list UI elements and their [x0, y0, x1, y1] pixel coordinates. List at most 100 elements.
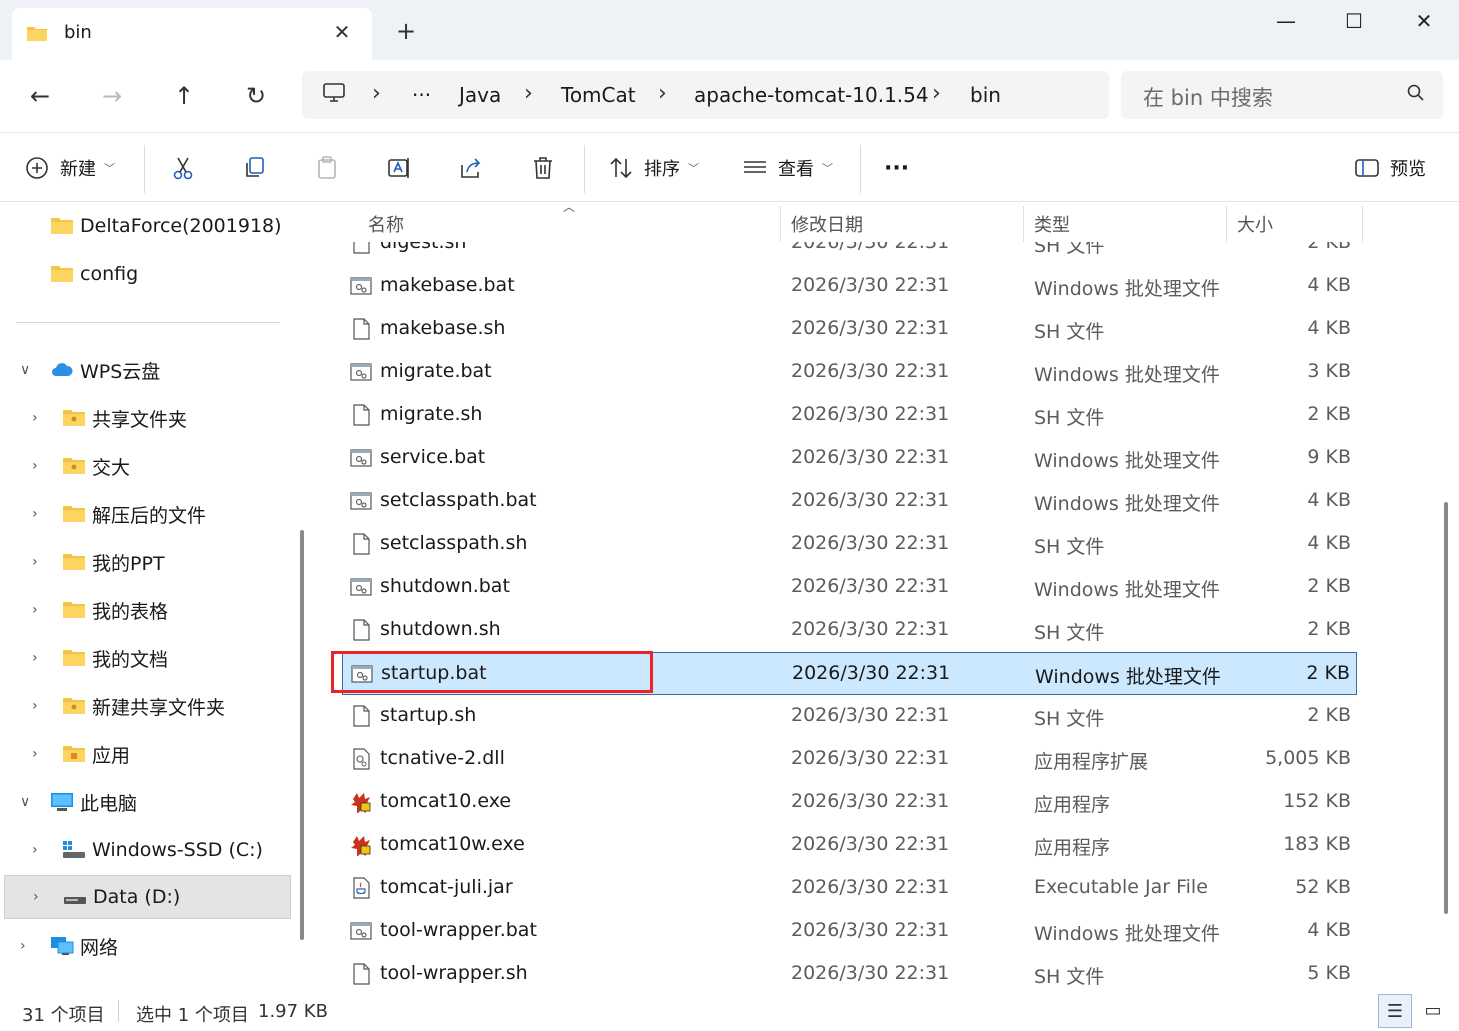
chevron-right-icon[interactable]: ›: [932, 81, 941, 106]
jar-file-icon: [350, 877, 372, 899]
file-name: tcnative-2.dll: [380, 747, 505, 769]
chevron-right-icon[interactable]: ›: [32, 410, 38, 426]
sidebar-item-new-shared-folder[interactable]: › 新建共享文件夹: [0, 684, 292, 728]
close-window-icon[interactable]: ✕: [1404, 6, 1444, 36]
app-folder-icon: [63, 746, 85, 762]
file-row[interactable]: shutdown.bat 2026/3/30 22:31 Windows 批处理文件…: [342, 566, 1357, 609]
file-row[interactable]: setclasspath.sh 2026/3/30 22:31 SH 文件 4 KB: [342, 523, 1357, 566]
file-row[interactable]: service.bat 2026/3/30 22:31 Windows 批处理文件 9…: [342, 437, 1357, 480]
sidebar-item-apps[interactable]: › 应用: [0, 732, 292, 776]
preview-button[interactable]: 预览: [1354, 149, 1426, 187]
file-name: shutdown.bat: [380, 575, 510, 597]
back-arrow-icon[interactable]: ←: [20, 78, 60, 114]
tab-bin[interactable]: bin ✕: [12, 8, 372, 60]
file-row[interactable]: tool-wrapper.sh 2026/3/30 22:31 SH 文件 5 KB: [342, 953, 1357, 990]
column-separator[interactable]: [1362, 206, 1363, 242]
column-size[interactable]: 大小: [1237, 211, 1273, 237]
file-row[interactable]: tomcat-juli.jar 2026/3/30 22:31 Executable…: [342, 867, 1357, 910]
sidebar-item-deltaforce[interactable]: DeltaForce(2001918): [0, 204, 292, 248]
column-name[interactable]: 名称: [368, 211, 404, 237]
chevron-right-icon[interactable]: ›: [33, 889, 39, 905]
chevron-right-icon[interactable]: ›: [32, 842, 38, 858]
address-bar[interactable]: › ··· Java › TomCat › apache-tomcat-10.1…: [302, 71, 1109, 119]
search-placeholder[interactable]: 在 bin 中搜索: [1143, 82, 1273, 112]
chevron-right-icon[interactable]: ›: [32, 554, 38, 570]
column-separator[interactable]: [1226, 206, 1227, 242]
breadcrumb-tomcat[interactable]: TomCat: [561, 83, 636, 107]
file-row[interactable]: makebase.sh 2026/3/30 22:31 SH 文件 4 KB: [342, 308, 1357, 351]
file-row[interactable]: migrate.bat 2026/3/30 22:31 Windows 批处理文件 3…: [342, 351, 1357, 394]
file-size: 4 KB: [1307, 317, 1351, 339]
sidebar-item-network[interactable]: › 网络: [0, 924, 292, 968]
chevron-right-icon[interactable]: ›: [32, 458, 38, 474]
column-type[interactable]: 类型: [1034, 211, 1070, 237]
breadcrumb-apache-tomcat[interactable]: apache-tomcat-10.1.54: [694, 83, 929, 107]
sidebar-item-config[interactable]: config: [0, 252, 292, 296]
sidebar-item-my-docs[interactable]: › 我的文档: [0, 636, 292, 680]
file-row[interactable]: makebase.bat 2026/3/30 22:31 Windows 批处理文件…: [342, 265, 1357, 308]
sidebar-item-my-sheets[interactable]: › 我的表格: [0, 588, 292, 632]
file-row[interactable]: migrate.sh 2026/3/30 22:31 SH 文件 2 KB: [342, 394, 1357, 437]
file-list-scrollbar[interactable]: [1444, 502, 1448, 914]
minimize-icon[interactable]: —: [1266, 6, 1306, 36]
sidebar-item-extracted-files[interactable]: › 解压后的文件: [0, 492, 292, 536]
search-box[interactable]: 在 bin 中搜索: [1121, 71, 1443, 119]
sidebar-item-jiaoda[interactable]: › 交大: [0, 444, 292, 488]
breadcrumb-more[interactable]: ···: [412, 83, 431, 107]
column-date[interactable]: 修改日期: [791, 211, 863, 237]
chevron-right-icon[interactable]: ›: [658, 81, 667, 106]
column-separator[interactable]: [780, 206, 781, 242]
chevron-right-icon[interactable]: ›: [32, 650, 38, 666]
chevron-down-icon[interactable]: ∨: [20, 362, 30, 378]
new-button[interactable]: 新建 ﹀: [24, 149, 115, 187]
up-arrow-icon[interactable]: ↑: [164, 78, 204, 114]
chevron-right-icon[interactable]: ›: [20, 938, 26, 954]
folder-icon: [63, 650, 85, 666]
copy-button[interactable]: [242, 149, 268, 187]
chevron-right-icon[interactable]: ›: [372, 81, 381, 106]
file-type: SH 文件: [1034, 407, 1105, 429]
sidebar-item-d-drive[interactable]: › Data (D:): [4, 875, 291, 919]
sort-button[interactable]: 排序 ﹀: [608, 149, 699, 187]
chevron-right-icon[interactable]: ›: [32, 746, 38, 762]
breadcrumb-bin[interactable]: bin: [970, 83, 1001, 107]
tiles-view-icon[interactable]: ▭: [1416, 994, 1450, 1028]
file-size: 5,005 KB: [1265, 747, 1351, 769]
sidebar-item-shared-folder[interactable]: › 共享文件夹: [0, 396, 292, 440]
rename-button[interactable]: [386, 149, 412, 187]
chevron-right-icon[interactable]: ›: [32, 698, 38, 714]
close-tab-icon[interactable]: ✕: [330, 20, 354, 44]
refresh-icon[interactable]: ↻: [236, 78, 276, 114]
maximize-icon[interactable]: ☐: [1334, 6, 1374, 36]
new-tab-button[interactable]: +: [393, 18, 419, 44]
chevron-right-icon[interactable]: ›: [524, 81, 533, 106]
file-row[interactable]: tool-wrapper.bat 2026/3/30 22:31 Windows 批…: [342, 910, 1357, 953]
file-row[interactable]: shutdown.sh 2026/3/30 22:31 SH 文件 2 KB: [342, 609, 1357, 652]
sidebar-item-this-pc[interactable]: ∨ 此电脑: [0, 780, 292, 824]
sidebar-item-wps-cloud[interactable]: ∨ WPS云盘: [0, 348, 292, 392]
chevron-down-icon[interactable]: ∨: [20, 794, 30, 810]
sidebar-item-my-ppt[interactable]: › 我的PPT: [0, 540, 292, 584]
chevron-right-icon[interactable]: ›: [32, 506, 38, 522]
chevron-down-icon: ﹀: [688, 162, 699, 175]
file-row[interactable]: tomcat10w.exe 2026/3/30 22:31 应用程序 183 KB: [342, 824, 1357, 867]
details-view-icon[interactable]: ☰: [1378, 994, 1412, 1028]
file-row[interactable]: tcnative-2.dll 2026/3/30 22:31 应用程序扩展 5,005…: [342, 738, 1357, 781]
share-button[interactable]: [458, 149, 484, 187]
view-button[interactable]: 查看 ﹀: [742, 149, 833, 187]
file-row[interactable]: setclasspath.bat 2026/3/30 22:31 Windows 批…: [342, 480, 1357, 523]
cut-button[interactable]: [170, 149, 196, 187]
file-type: SH 文件: [1034, 321, 1105, 343]
forward-arrow-icon[interactable]: →: [92, 78, 132, 114]
file-row[interactable]: tomcat10.exe 2026/3/30 22:31 应用程序 152 KB: [342, 781, 1357, 824]
more-options-button[interactable]: ···: [884, 149, 909, 187]
sidebar-item-c-drive[interactable]: › Windows-SSD (C:): [0, 828, 292, 872]
paste-button[interactable]: [314, 149, 340, 187]
view-list-icon: [744, 161, 766, 173]
file-row[interactable]: startup.sh 2026/3/30 22:31 SH 文件 2 KB: [342, 695, 1357, 738]
sidebar-scrollbar[interactable]: [300, 530, 304, 940]
breadcrumb-java[interactable]: Java: [459, 83, 501, 107]
column-separator[interactable]: [1023, 206, 1024, 242]
delete-button[interactable]: [530, 149, 556, 187]
chevron-right-icon[interactable]: ›: [32, 602, 38, 618]
